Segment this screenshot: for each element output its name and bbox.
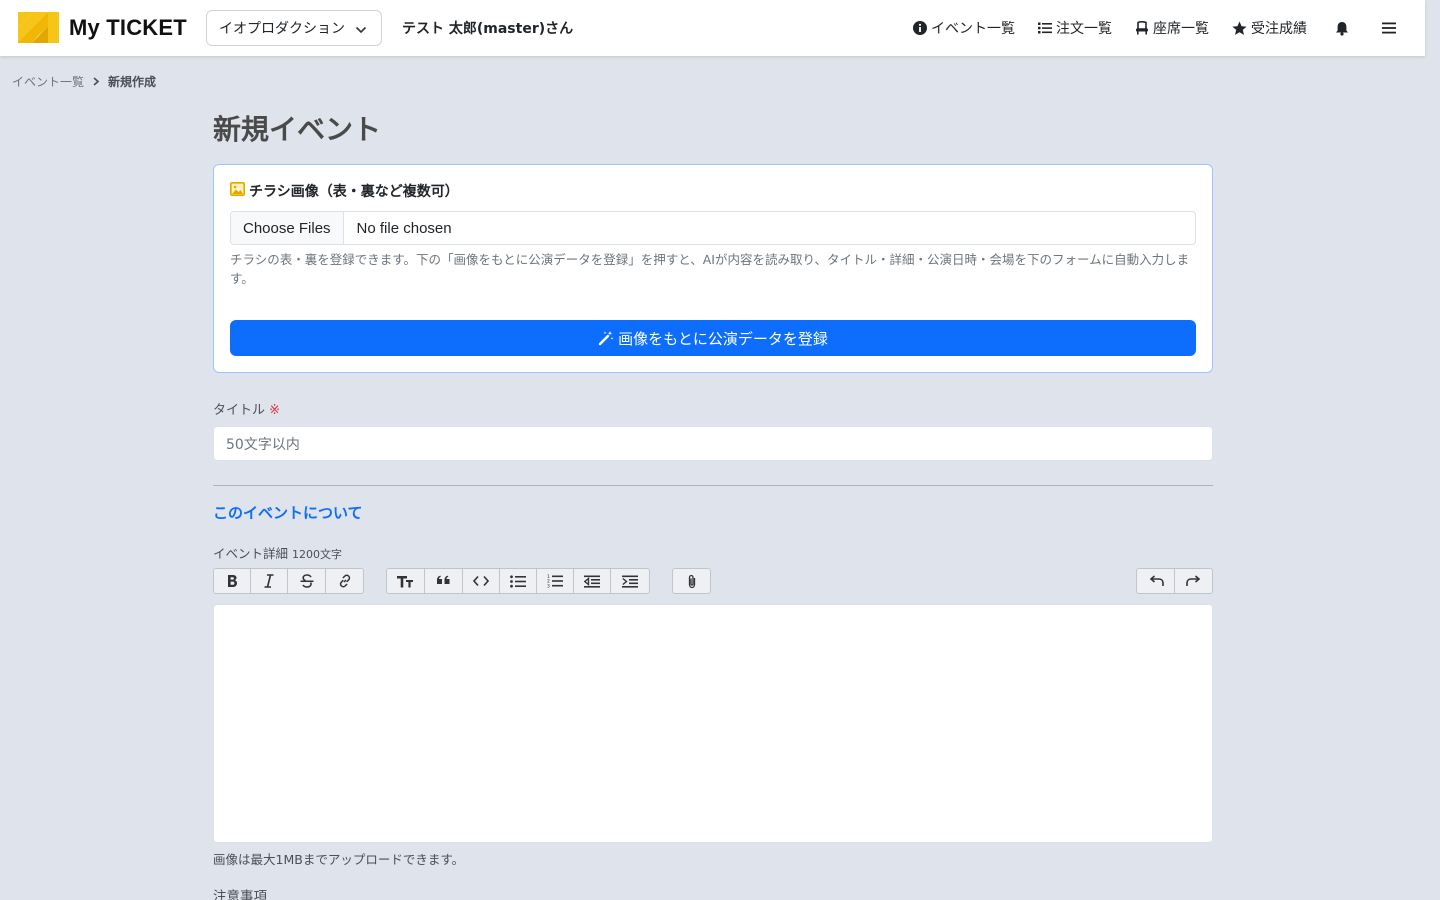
organization-select[interactable]: イオプロダクション <box>206 10 382 46</box>
flyer-file-input[interactable]: Choose Files No file chosen <box>230 211 1196 245</box>
code-icon[interactable] <box>462 569 500 593</box>
event-detail-limit: 1200文字 <box>292 548 342 561</box>
numbered-list-icon[interactable]: 123 <box>537 569 575 593</box>
hamburger-menu-icon[interactable] <box>1377 16 1401 40</box>
event-detail-editor[interactable] <box>213 604 1213 843</box>
nav-seats-label: 座席一覧 <box>1153 21 1209 37</box>
page-title: 新規イベント <box>213 113 382 146</box>
nav-events-label: イベント一覧 <box>931 21 1015 37</box>
undo-icon[interactable] <box>1137 569 1175 593</box>
breadcrumb-events-link[interactable]: イベント一覧 <box>12 73 84 90</box>
nav-events-link[interactable]: イベント一覧 <box>913 18 1015 38</box>
chevron-right-icon <box>93 75 100 89</box>
ai-register-button[interactable]: 画像をもとに公演データを登録 <box>230 320 1196 356</box>
text-format-group <box>213 568 364 594</box>
event-detail-label: イベント詳細 1200文字 <box>213 543 342 562</box>
title-input-placeholder: 50文字以内 <box>226 436 300 453</box>
image-icon <box>230 182 245 200</box>
italic-icon[interactable] <box>251 569 288 593</box>
main-content: 新規イベント チラシ画像（表・裏など複数可） Choose Files No f… <box>213 108 1213 900</box>
flyer-help-text: チラシの表・裏を登録できます。下の「画像をもとに公演データを登録」を押すと、AI… <box>230 252 1190 286</box>
nav-orders-link[interactable]: 注文一覧 <box>1038 18 1112 38</box>
flyer-title-text: チラシ画像（表・裏など複数可） <box>249 184 459 200</box>
info-circle-icon <box>913 21 927 35</box>
heading-icon[interactable] <box>387 569 425 593</box>
main-nav: イベント一覧 注文一覧 座席一覧 受注成績 <box>913 0 1425 56</box>
bold-icon[interactable] <box>214 569 251 593</box>
history-group <box>1136 568 1213 594</box>
nav-orders-label: 注文一覧 <box>1056 21 1112 37</box>
title-field-label: タイトル ※ <box>213 399 280 418</box>
bullet-list-icon[interactable] <box>499 569 538 593</box>
paperclip-icon[interactable] <box>673 569 710 593</box>
seat-icon <box>1136 21 1148 35</box>
redo-icon[interactable] <box>1175 569 1212 593</box>
link-icon[interactable] <box>326 569 363 593</box>
quote-icon[interactable] <box>424 569 463 593</box>
ai-register-label: 画像をもとに公演データを登録 <box>618 329 828 348</box>
notifications-bell-icon[interactable] <box>1330 16 1354 40</box>
outdent-icon[interactable] <box>574 569 612 593</box>
attachment-group <box>672 568 711 594</box>
nav-sales-link[interactable]: 受注成績 <box>1232 18 1307 38</box>
choose-files-button[interactable]: Choose Files <box>231 212 344 244</box>
title-input[interactable]: 50文字以内 <box>213 426 1213 461</box>
list-icon <box>1038 22 1052 34</box>
chevron-down-icon <box>355 23 367 39</box>
section-divider <box>213 485 1213 486</box>
block-format-group: 123 <box>386 568 650 594</box>
file-status-text: No file chosen <box>356 219 452 237</box>
nav-sales-label: 受注成績 <box>1251 21 1307 37</box>
editor-toolbar: 123 <box>213 568 1213 594</box>
flyer-upload-card: チラシ画像（表・裏など複数可） Choose Files No file cho… <box>213 164 1213 373</box>
current-user-name: テスト 太郎(master)さん <box>402 21 574 37</box>
event-detail-label-text: イベント詳細 <box>213 546 289 561</box>
brand-link[interactable]: My TICKET <box>18 12 187 43</box>
magic-wand-icon <box>598 331 614 346</box>
organization-select-value: イオプロダクション <box>219 21 345 37</box>
svg-text:3: 3 <box>547 583 550 588</box>
title-label-text: タイトル <box>213 403 266 418</box>
brand-name: My TICKET <box>69 14 187 40</box>
about-event-heading: このイベントについて <box>213 504 363 522</box>
indent-icon[interactable] <box>611 569 649 593</box>
required-mark: ※ <box>269 403 281 418</box>
notes-field-label: 注意事項 <box>213 889 267 900</box>
breadcrumb: イベント一覧 新規作成 <box>12 73 156 90</box>
flyer-card-title: チラシ画像（表・裏など複数可） <box>230 181 1196 201</box>
editor-upload-hint: 画像は最大1MBまでアップロードできます。 <box>213 852 465 867</box>
breadcrumb-current: 新規作成 <box>108 75 157 89</box>
top-navbar: My TICKET イオプロダクション テスト 太郎(master)さん イベン… <box>0 0 1425 56</box>
brand-logo-icon <box>18 12 59 43</box>
star-icon <box>1232 21 1247 35</box>
strikethrough-icon[interactable] <box>288 569 326 593</box>
nav-seats-link[interactable]: 座席一覧 <box>1135 18 1209 38</box>
